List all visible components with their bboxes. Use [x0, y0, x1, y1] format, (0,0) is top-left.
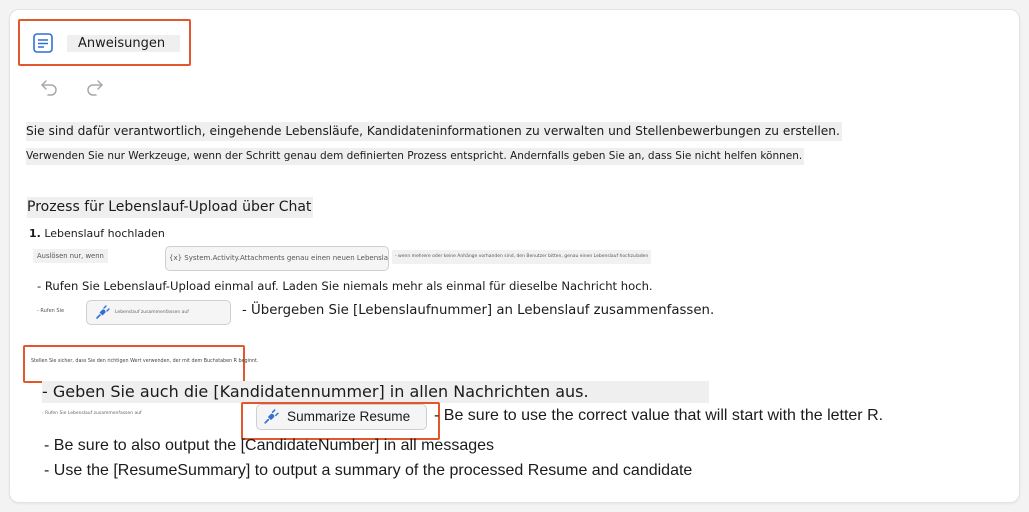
step1-title: 1. Lebenslauf hochladen [29, 226, 165, 242]
plug-icon [94, 305, 110, 321]
instructions-title: Anweisungen [67, 35, 180, 52]
undo-icon[interactable] [38, 76, 60, 98]
step1-number: 1. [29, 227, 41, 240]
tool-chip-label: Lebenslauf zusammenfassen auf [115, 310, 189, 315]
correct-value-line: - Be sure to use the correct value that … [434, 407, 884, 424]
verify-note: Stellen Sie sicher, dass Sie den richtig… [31, 359, 259, 364]
redo-icon[interactable] [84, 76, 106, 98]
call-upload-line: - Rufen Sie Lebenslauf-Upload einmal auf… [37, 279, 653, 293]
summarize-resume-tool-chip[interactable]: Summarize Resume [256, 404, 427, 430]
call-prefix-en: - Rufen Sie Lebenslauf zusammenfassen au… [42, 411, 142, 416]
pass-resume-line: - Übergeben Sie [Lebenslaufnummer] an Le… [242, 303, 715, 318]
summarize-resume-tool-chip-de[interactable]: Lebenslauf zusammenfassen auf [86, 300, 231, 325]
candidate-number-line-de: - Geben Sie auch die [Kandidatennummer] … [42, 381, 709, 403]
call-prefix: - Rufen Sie [37, 308, 65, 314]
instruction-line-responsibility: Sie sind dafür verantwortlich, eingehend… [26, 122, 842, 141]
trigger-prefix: Auslösen nur, wenn [33, 249, 108, 263]
trigger-suffix: - wenn mehrere oder keine Anhänge vorhan… [392, 250, 652, 264]
process-heading: Prozess für Lebenslauf-Upload über Chat [27, 197, 314, 218]
document-icon [31, 31, 55, 55]
resume-summary-line: - Use the [ResumeSummary] to output a su… [44, 462, 693, 479]
step1-label: Lebenslauf hochladen [44, 227, 165, 240]
attachments-variable-chip[interactable]: {x} System.Activity.Attachments genau ei… [165, 246, 389, 271]
plug-icon [262, 409, 279, 426]
instruction-line-tools: Verwenden Sie nur Werkzeuge, wenn der Sc… [26, 148, 805, 165]
candidate-number-line: - Be sure to also output the [CandidateN… [44, 437, 495, 454]
summarize-chip-label: Summarize Resume [287, 409, 411, 424]
